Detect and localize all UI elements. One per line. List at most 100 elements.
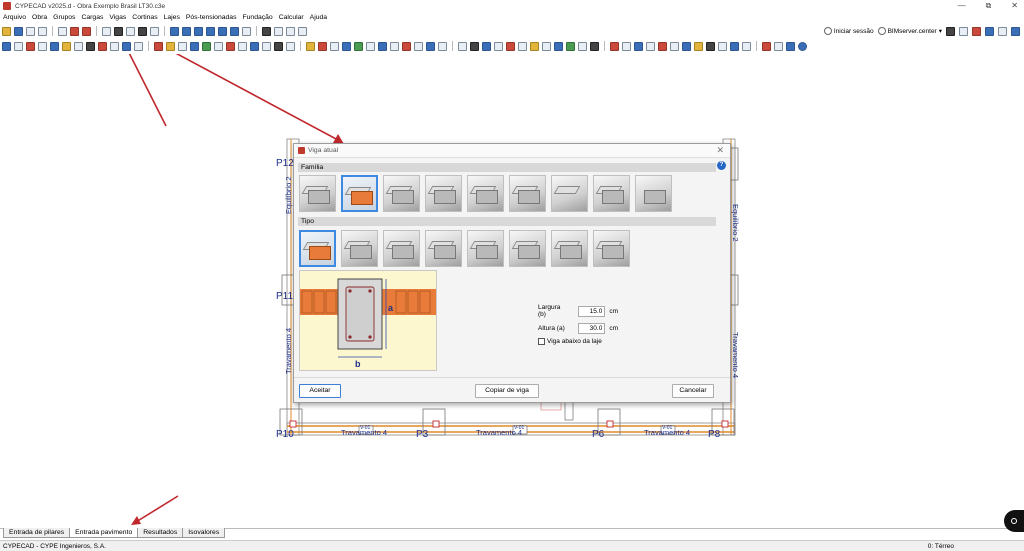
tool-icon[interactable] bbox=[86, 41, 95, 51]
type-option-double-t[interactable] bbox=[509, 230, 546, 267]
help-icon[interactable]: ? bbox=[717, 161, 726, 170]
tool-icon[interactable] bbox=[98, 41, 107, 51]
maximize-button[interactable]: ⧉ bbox=[986, 0, 992, 12]
tool-icon[interactable] bbox=[114, 26, 123, 36]
tool-icon[interactable] bbox=[354, 41, 363, 51]
refresh-icon[interactable] bbox=[206, 26, 215, 36]
tool-icon[interactable] bbox=[414, 41, 423, 51]
zoom-out-icon[interactable] bbox=[194, 26, 203, 36]
menu-arquivo[interactable]: Arquivo bbox=[3, 14, 26, 21]
tool-icon[interactable] bbox=[622, 41, 631, 51]
minimize-button[interactable]: — bbox=[958, 0, 966, 12]
height-input[interactable] bbox=[578, 322, 606, 334]
tool-icon[interactable] bbox=[214, 41, 223, 51]
tool-icon[interactable] bbox=[718, 41, 727, 51]
cancel-button[interactable]: Cancelar bbox=[672, 384, 714, 398]
dropdown-icon[interactable] bbox=[150, 26, 159, 36]
family-option-steel-i[interactable] bbox=[593, 175, 630, 212]
open-file-icon[interactable] bbox=[2, 26, 11, 36]
type-option-rectangular-selected[interactable] bbox=[299, 230, 336, 267]
undo-icon[interactable] bbox=[102, 26, 111, 36]
tool-icon[interactable] bbox=[554, 41, 563, 51]
tool-icon[interactable] bbox=[682, 41, 691, 51]
type-option-inverted-l[interactable] bbox=[467, 230, 504, 267]
type-option-channel[interactable] bbox=[551, 230, 588, 267]
tool-icon[interactable] bbox=[542, 41, 551, 51]
tool-icon[interactable] bbox=[190, 41, 199, 51]
family-option-composite[interactable] bbox=[425, 175, 462, 212]
tool-icon[interactable] bbox=[774, 41, 783, 51]
tool-icon[interactable] bbox=[134, 41, 143, 51]
close-button[interactable]: ✕ bbox=[1011, 0, 1018, 12]
tool-icon[interactable] bbox=[694, 41, 703, 51]
floating-action-button[interactable] bbox=[1004, 510, 1024, 532]
tool-icon[interactable] bbox=[202, 41, 211, 51]
family-option-flat[interactable] bbox=[551, 175, 588, 212]
tool-icon[interactable] bbox=[238, 41, 247, 51]
tool-icon[interactable] bbox=[998, 26, 1007, 36]
family-option-hollow[interactable] bbox=[509, 175, 546, 212]
tool-icon[interactable] bbox=[50, 41, 59, 51]
menu-pos-tensionadas[interactable]: Pós-tensionadas bbox=[186, 14, 237, 21]
tool-icon[interactable] bbox=[178, 41, 187, 51]
tool-icon[interactable] bbox=[494, 41, 503, 51]
tool-icon[interactable] bbox=[378, 41, 387, 51]
tool-icon[interactable] bbox=[166, 41, 175, 51]
tool-icon[interactable] bbox=[38, 26, 47, 36]
below-slab-checkbox[interactable] bbox=[538, 338, 545, 345]
tool-icon[interactable] bbox=[470, 41, 479, 51]
tool-icon[interactable] bbox=[670, 41, 679, 51]
menu-fundacao[interactable]: Fundação bbox=[242, 14, 272, 21]
tool-icon[interactable] bbox=[26, 41, 35, 51]
tool-icon[interactable] bbox=[110, 41, 119, 51]
tool-icon[interactable] bbox=[82, 26, 91, 36]
tab-isovalores[interactable]: Isovalores bbox=[182, 528, 226, 538]
menu-cortinas[interactable]: Cortinas bbox=[132, 14, 157, 21]
tool-icon[interactable] bbox=[458, 41, 467, 51]
tool-icon[interactable] bbox=[330, 41, 339, 51]
tool-icon[interactable] bbox=[402, 41, 411, 51]
copy-from-beam-button[interactable]: Copiar de viga bbox=[475, 384, 539, 398]
tool-icon[interactable] bbox=[390, 41, 399, 51]
tool-icon[interactable] bbox=[2, 41, 11, 51]
tab-entrada-pavimento[interactable]: Entrada pavimento bbox=[69, 528, 139, 538]
tool-icon[interactable] bbox=[58, 26, 67, 36]
tool-icon[interactable] bbox=[634, 41, 643, 51]
tool-icon[interactable] bbox=[38, 41, 47, 51]
type-option-box[interactable] bbox=[593, 230, 630, 267]
family-option-steel-slab[interactable] bbox=[467, 175, 504, 212]
menu-obra[interactable]: Obra bbox=[32, 14, 47, 21]
tool-icon[interactable] bbox=[786, 41, 795, 51]
tool-icon[interactable] bbox=[438, 41, 447, 51]
tool-icon[interactable] bbox=[14, 41, 23, 51]
tool-icon[interactable] bbox=[426, 41, 435, 51]
tab-resultados[interactable]: Resultados bbox=[137, 528, 184, 538]
family-option-concrete-selected[interactable] bbox=[341, 175, 378, 212]
tool-icon[interactable] bbox=[1011, 26, 1020, 36]
tool-icon[interactable] bbox=[62, 41, 71, 51]
zoom-window-icon[interactable] bbox=[218, 26, 227, 36]
info-icon[interactable] bbox=[798, 41, 807, 51]
settings-icon[interactable] bbox=[946, 26, 955, 36]
family-option-truss[interactable] bbox=[383, 175, 420, 212]
accept-button[interactable]: Aceitar bbox=[299, 384, 341, 398]
tool-icon[interactable] bbox=[262, 26, 271, 36]
tool-icon[interactable] bbox=[26, 26, 35, 36]
family-option-precast[interactable] bbox=[299, 175, 336, 212]
tool-icon[interactable] bbox=[742, 41, 751, 51]
type-option-l-beam[interactable] bbox=[383, 230, 420, 267]
dialog-close-button[interactable]: ✕ bbox=[716, 145, 724, 156]
family-option-box[interactable] bbox=[635, 175, 672, 212]
tool-icon[interactable] bbox=[70, 26, 79, 36]
tool-icon[interactable] bbox=[762, 41, 771, 51]
save-icon[interactable] bbox=[14, 26, 23, 36]
tool-icon[interactable] bbox=[286, 41, 295, 51]
tool-icon[interactable] bbox=[530, 41, 539, 51]
tool-icon[interactable] bbox=[250, 41, 259, 51]
bimserver-link[interactable]: BIMserver.center ▾ bbox=[877, 27, 942, 35]
tool-icon[interactable] bbox=[730, 41, 739, 51]
tool-icon[interactable] bbox=[126, 26, 135, 36]
zoom-icon[interactable] bbox=[170, 26, 179, 36]
zoom-all-icon[interactable] bbox=[230, 26, 239, 36]
tool-icon[interactable] bbox=[482, 41, 491, 51]
